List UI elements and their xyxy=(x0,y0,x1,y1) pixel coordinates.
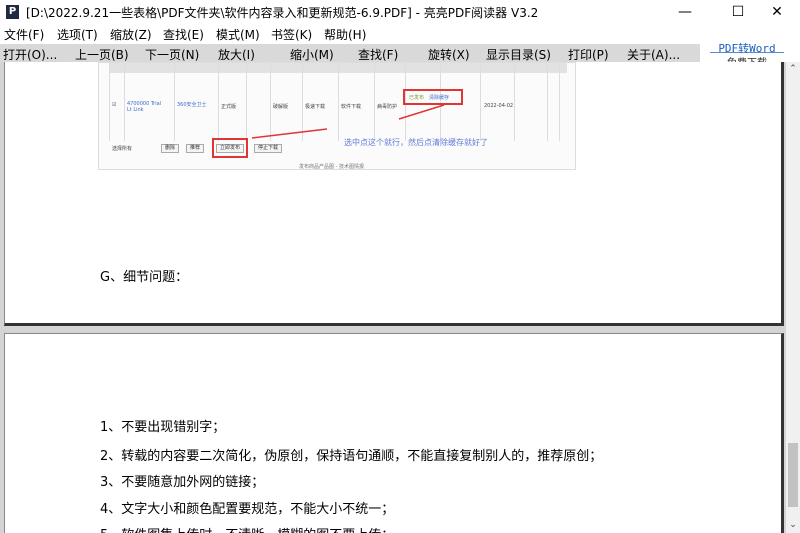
rotate-button[interactable]: 旋转(X) xyxy=(428,46,470,63)
app-icon: P xyxy=(6,5,19,19)
menu-bar: 文件(F) 选项(T) 缩放(Z) 查找(E) 模式(M) 书签(K) 帮助(H… xyxy=(0,24,800,44)
list-item: 5、软件图集上传时，不清晰，模糊的图不要上传； xyxy=(100,524,394,533)
pdf-page-1: ☑ 4700000 Trial Lt Link 360安全卫士 正式版 破解版 极… xyxy=(4,62,784,326)
print-button[interactable]: 打印(P) xyxy=(568,46,609,63)
window-title: [D:\2022.9.21一些表格\PDF文件夹\软件内容录入和更新规范-6.9… xyxy=(26,6,539,20)
document-viewer[interactable]: ☑ 4700000 Trial Lt Link 360安全卫士 正式版 破解版 极… xyxy=(0,62,786,533)
close-button[interactable]: ✕ xyxy=(754,0,800,24)
menu-zoom[interactable]: 缩放(Z) xyxy=(110,26,152,43)
scroll-up-icon[interactable]: ⌃ xyxy=(786,64,800,74)
list-item: 1、不要出现错别字； xyxy=(100,420,226,435)
find-button[interactable]: 查找(F) xyxy=(358,46,398,63)
list-item: 3、不要随意加外网的链接； xyxy=(100,475,265,490)
list-item: 4、文字大小和颜色配置要规范，不能大小不统一； xyxy=(100,502,395,517)
menu-mode[interactable]: 模式(M) xyxy=(216,26,260,43)
promo-title: PDF转Word xyxy=(710,40,784,55)
annotation-arrows xyxy=(251,104,445,139)
about-button[interactable]: 关于(A)... xyxy=(627,46,680,63)
toolbar: 打开(O)... 上一页(B) 下一页(N) 放大(I) 缩小(M) 查找(F)… xyxy=(0,44,700,62)
annotation-text: 选中点这个就行，然后点清除缓存就好了 xyxy=(344,138,488,147)
open-button[interactable]: 打开(O)... xyxy=(3,46,57,63)
list-item: 2、转载的内容要二次简化，伪原创，保持语句通顺，不能直接复制别人的，推荐原创； xyxy=(100,449,603,464)
section-heading: G、细节问题： xyxy=(100,270,189,285)
minimize-button[interactable]: — xyxy=(662,0,708,24)
pdf-page-2: 1、不要出现错别字； 2、转载的内容要二次简化，伪原创，保持语句通顺，不能直接复… xyxy=(4,333,784,533)
vertical-scrollbar[interactable]: ⌃ ⌄ xyxy=(786,62,800,533)
scroll-down-icon[interactable]: ⌄ xyxy=(786,520,800,530)
embedded-screenshot: ☑ 4700000 Trial Lt Link 360安全卫士 正式版 破解版 极… xyxy=(98,62,576,170)
menu-options[interactable]: 选项(T) xyxy=(57,26,98,43)
menu-bookmarks[interactable]: 书签(K) xyxy=(271,26,312,43)
toc-button[interactable]: 显示目录(S) xyxy=(486,46,551,63)
prev-page-button[interactable]: 上一页(B) xyxy=(75,46,129,63)
menu-help[interactable]: 帮助(H) xyxy=(324,26,366,43)
title-bar: P [D:\2022.9.21一些表格\PDF文件夹\软件内容录入和更新规范-6… xyxy=(0,0,800,24)
scrollbar-thumb[interactable] xyxy=(788,443,798,507)
highlight-box xyxy=(212,138,248,158)
menu-file[interactable]: 文件(F) xyxy=(4,26,44,43)
zoom-in-button[interactable]: 放大(I) xyxy=(218,46,255,63)
zoom-out-button[interactable]: 缩小(M) xyxy=(290,46,334,63)
next-page-button[interactable]: 下一页(N) xyxy=(145,46,199,63)
menu-find[interactable]: 查找(E) xyxy=(163,26,204,43)
